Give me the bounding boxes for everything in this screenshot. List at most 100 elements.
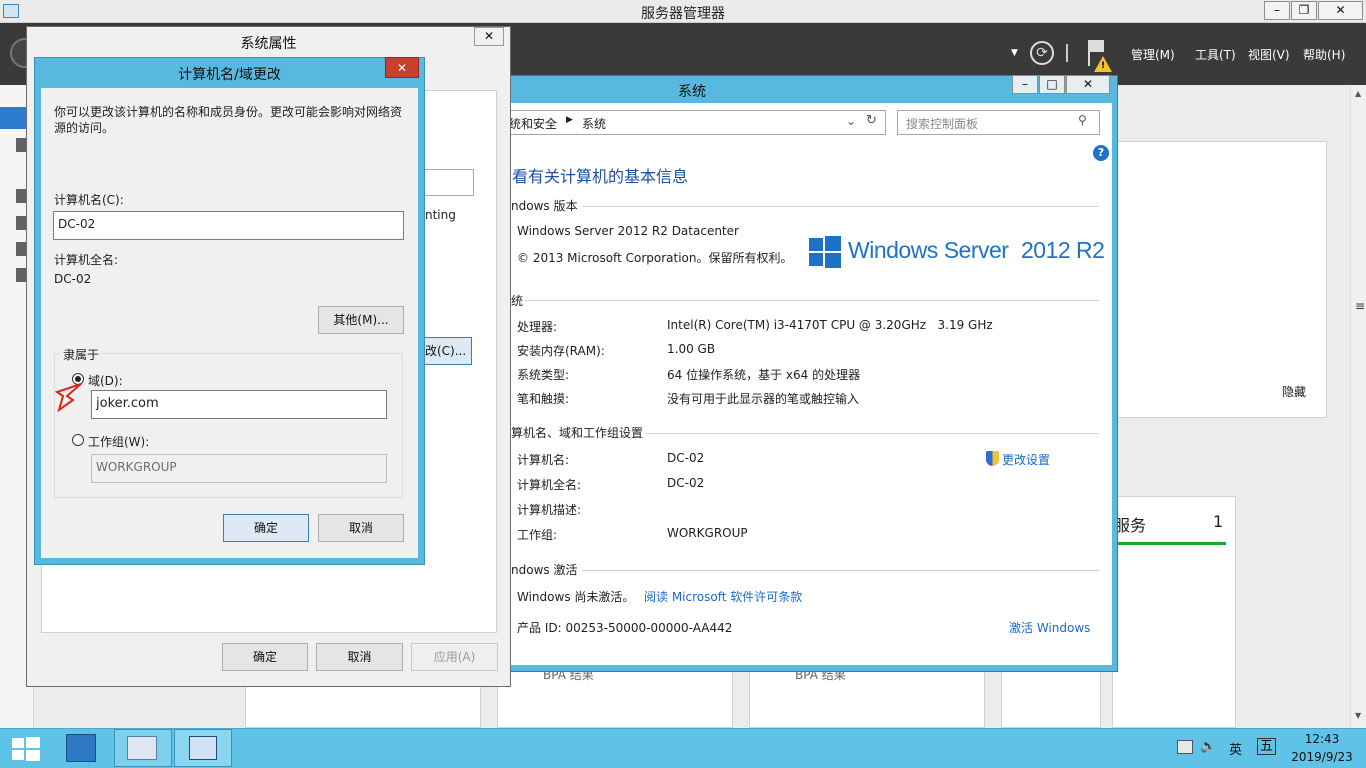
start-button[interactable]: [0, 729, 58, 767]
change-button[interactable]: 改(C)...: [420, 337, 472, 365]
minimize-button[interactable]: –: [1264, 1, 1290, 20]
copyright-text: © 2013 Microsoft Corporation。保留所有权利。: [517, 251, 793, 265]
section-divider: [524, 300, 1099, 301]
system-client: [510, 103, 1112, 665]
license-terms-link[interactable]: 阅读 Microsoft 软件许可条款: [644, 588, 802, 605]
activation-status: Windows 尚未激活。: [517, 590, 635, 604]
ram-value: 1.00 GB: [667, 342, 716, 356]
windows-server-logo-text: Windows Server: [848, 237, 1009, 263]
domain-radio-label[interactable]: 域(D):: [88, 372, 123, 389]
pen-touch-label: 笔和触摸:: [517, 392, 570, 406]
description-label: 计算机描述:: [517, 503, 582, 517]
full-computer-name-value: DC-02: [54, 272, 92, 286]
control-panel-icon: [127, 736, 157, 760]
chevron-down-icon[interactable]: ⌄: [846, 114, 856, 128]
menu-help[interactable]: 帮助(H): [1303, 46, 1345, 63]
taskbar-control-panel[interactable]: [114, 729, 172, 767]
computer-name-field-label: 计算机名(C):: [54, 193, 124, 207]
network-warning-icon[interactable]: [1177, 740, 1193, 754]
activation-section-title: ndows 激活: [511, 563, 578, 577]
system-window-title: 系统: [678, 84, 706, 100]
windows-logo-icon: [809, 236, 841, 268]
server-manager-title: 服务器管理器: [641, 6, 725, 22]
clock-time[interactable]: 12:43: [1290, 732, 1354, 746]
rename-cancel-button[interactable]: 取消: [318, 514, 404, 542]
taskbar-server-manager[interactable]: [54, 729, 112, 767]
clock-date[interactable]: 2019/9/23: [1284, 750, 1360, 764]
workgroup-radio-label[interactable]: 工作组(W):: [88, 433, 149, 450]
processor-label: 处理器:: [517, 320, 558, 334]
breadcrumb-item[interactable]: 统和安全: [509, 115, 557, 132]
address-bar[interactable]: [505, 110, 886, 135]
service-tile-status-bar: [1112, 542, 1226, 545]
system-type-value: 64 位操作系统，基于 x64 的处理器: [667, 368, 861, 382]
refresh-icon[interactable]: ↻: [866, 113, 877, 128]
system-type-label: 系统类型:: [517, 368, 570, 382]
toolbar-divider: [1066, 44, 1068, 62]
full-name-label: 计算机全名:: [517, 478, 582, 492]
system-properties-title: 系统属性: [240, 36, 297, 52]
close-button[interactable]: ✕: [1318, 1, 1363, 20]
ime-language-indicator[interactable]: 英: [1229, 739, 1242, 758]
menu-view[interactable]: 视图(V): [1248, 46, 1290, 63]
help-icon[interactable]: ?: [1093, 145, 1109, 161]
notifications-flag-icon[interactable]: !: [1088, 38, 1112, 74]
maximize-button[interactable]: ❐: [1291, 1, 1317, 20]
computer-name-label: 计算机名:: [517, 453, 570, 467]
intro-text: 你可以更改该计算机的名称和成员身份。更改可能会影响对网络资源的访问。: [54, 105, 403, 135]
service-tile-label: 服务: [1114, 516, 1147, 535]
system-maximize-button[interactable]: □: [1039, 75, 1065, 94]
refresh-icon[interactable]: ⟳: [1030, 41, 1054, 65]
partial-input-box: [423, 169, 474, 196]
menu-manage[interactable]: 管理(M): [1131, 46, 1175, 63]
system-properties-close-button[interactable]: ✕: [474, 27, 504, 46]
workgroup-radio[interactable]: [72, 434, 84, 446]
name-section-title: 算机名、域和工作组设置: [511, 426, 644, 440]
rename-dialog-title: 计算机名/域更改: [178, 67, 281, 83]
server-manager-icon: [66, 734, 96, 762]
system-close-button[interactable]: ✕: [1066, 75, 1110, 94]
section-divider: [646, 433, 1099, 434]
dropdown-arrow-icon[interactable]: ▼: [1011, 48, 1018, 58]
domain-input[interactable]: joker.com: [91, 390, 387, 419]
section-divider: [582, 570, 1099, 571]
uac-shield-icon: [986, 451, 999, 466]
more-button[interactable]: 其他(M)...: [318, 306, 404, 334]
system-properties-cancel-button[interactable]: 取消: [316, 643, 403, 671]
menu-tools[interactable]: 工具(T): [1195, 46, 1236, 63]
arrow-annotation-icon: [54, 382, 83, 413]
rename-ok-button[interactable]: 确定: [223, 514, 309, 542]
breadcrumb-separator: ▶: [566, 115, 573, 125]
search-icon[interactable]: ⚲: [1078, 113, 1087, 127]
activate-windows-link[interactable]: 激活 Windows: [1009, 619, 1090, 636]
search-placeholder: 搜索控制面板: [906, 117, 979, 131]
change-settings-link[interactable]: 更改设置: [1002, 451, 1050, 468]
vertical-scrollbar[interactable]: ▲ ≡ ▼: [1350, 85, 1366, 728]
computer-name-input[interactable]: DC-02: [53, 211, 404, 240]
change-button-label: 改(C)...: [425, 344, 467, 358]
windows-server-logo-version: 2012 R2: [1021, 237, 1105, 263]
member-of-label: 隶属于: [61, 346, 102, 363]
ime-mode-indicator[interactable]: 五: [1257, 738, 1277, 755]
system-properties-ok-button[interactable]: 确定: [222, 643, 308, 671]
edition-text: Windows Server 2012 R2 Datacenter: [517, 224, 739, 238]
system-properties-apply-button: 应用(A): [411, 643, 498, 671]
service-tile-count: 1: [1213, 512, 1224, 531]
taskbar-system-properties[interactable]: [174, 729, 232, 767]
partial-text: nting: [425, 208, 456, 222]
volume-muted-icon[interactable]: 🔈: [1200, 739, 1216, 754]
workgroup-input: WORKGROUP: [91, 454, 387, 483]
workgroup-label: 工作组:: [517, 528, 558, 542]
welcome-panel: [1112, 141, 1327, 418]
breadcrumb-item[interactable]: 系统: [582, 115, 606, 132]
product-id: 产品 ID: 00253-50000-00000-AA442: [517, 621, 733, 635]
rename-dialog-close-button[interactable]: ✕: [385, 57, 419, 78]
edition-section-title: ndows 版本: [511, 199, 578, 213]
full-name-value: DC-02: [667, 476, 705, 490]
system-heading: 看有关计算机的基本信息: [512, 167, 689, 186]
ram-label: 安装内存(RAM):: [517, 344, 605, 358]
full-computer-name-label: 计算机全名:: [54, 253, 119, 267]
hide-link[interactable]: 隐藏: [1282, 383, 1306, 400]
pen-touch-value: 没有可用于此显示器的笔或触控输入: [667, 392, 860, 406]
system-minimize-button[interactable]: –: [1012, 75, 1038, 94]
